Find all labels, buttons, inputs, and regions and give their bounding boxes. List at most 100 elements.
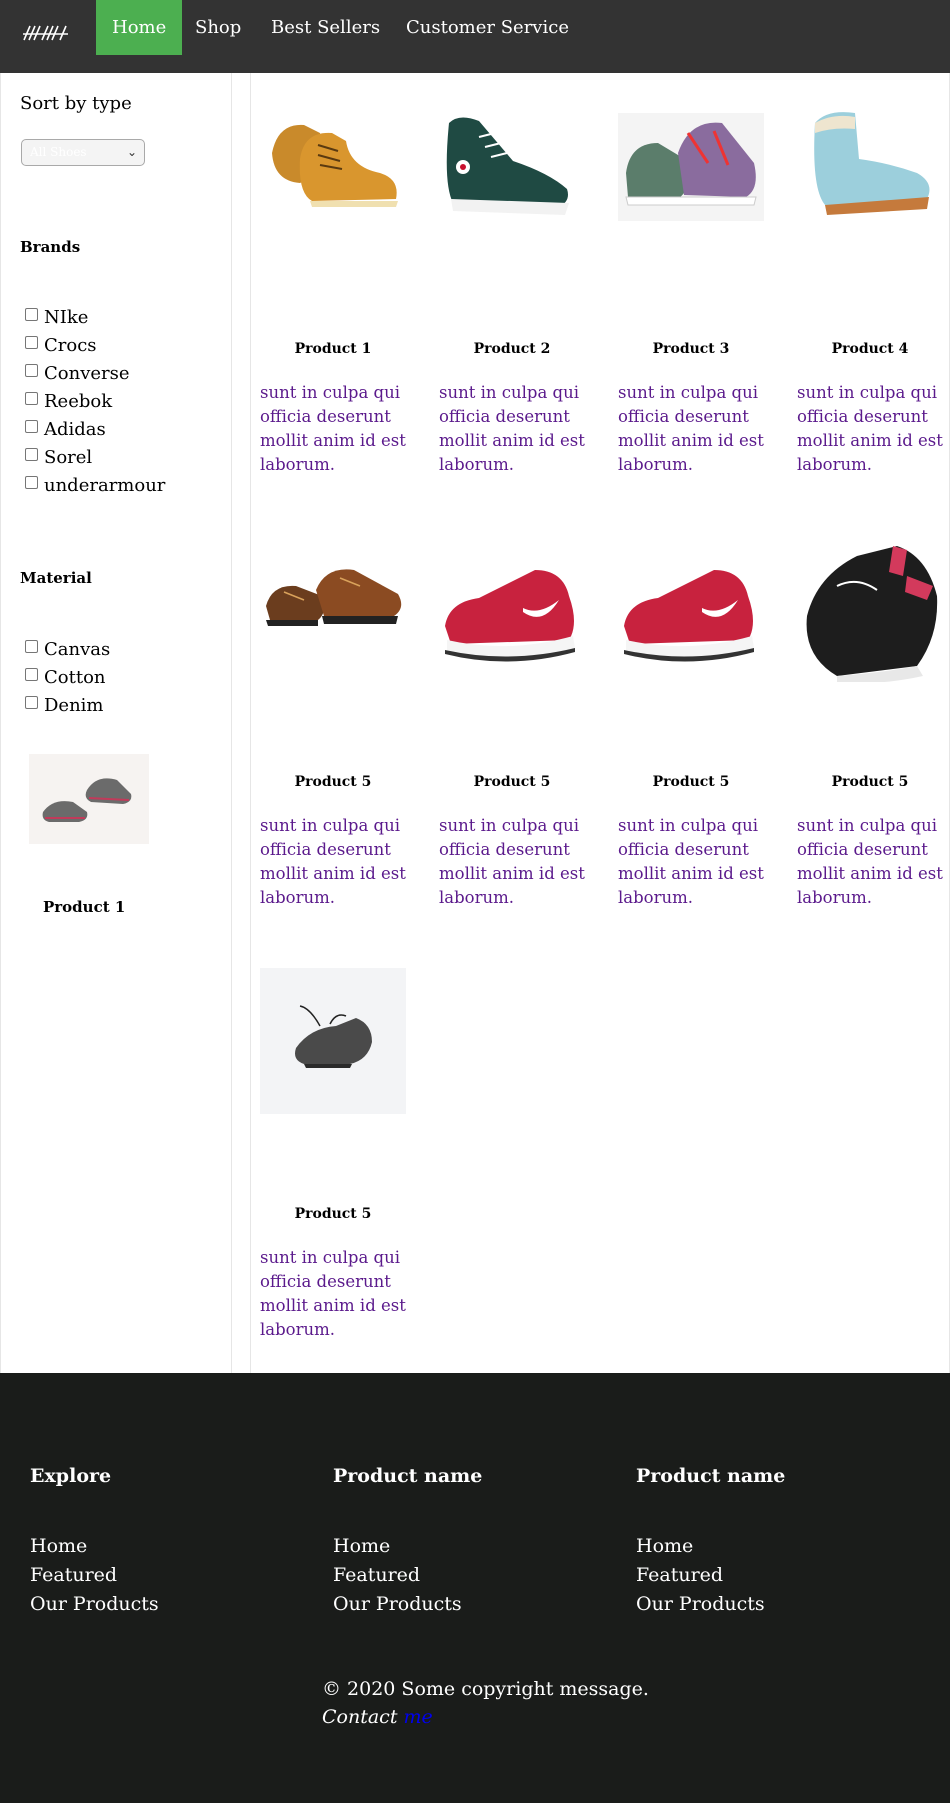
footer-column: Product name Home Featured Our Products bbox=[636, 1465, 785, 1619]
footer-link[interactable]: Featured bbox=[333, 1561, 482, 1590]
footer-column-heading: Product name bbox=[333, 1465, 483, 1487]
material-option[interactable]: Canvas bbox=[25, 635, 110, 663]
contact-line: Contact me bbox=[322, 1706, 433, 1728]
material-option[interactable]: Cotton bbox=[25, 663, 110, 691]
footer-column: Product name Home Featured Our Products bbox=[333, 1465, 482, 1619]
product-card[interactable]: Product 5 sunt in culpa qui officia dese… bbox=[260, 536, 412, 907]
product-description: sunt in culpa qui officia deserunt molli… bbox=[618, 383, 764, 474]
product-title: Product 3 bbox=[652, 341, 730, 357]
checkbox[interactable] bbox=[25, 639, 38, 653]
material-list: Canvas Cotton Denim bbox=[25, 635, 110, 719]
brand-option[interactable]: Reebok bbox=[25, 387, 165, 415]
product-description: sunt in culpa qui officia deserunt molli… bbox=[260, 1248, 406, 1339]
brand-option[interactable]: Crocs bbox=[25, 331, 165, 359]
filter-sidebar: Sort by type All Shoes ⌄ Brands NIke Cro… bbox=[0, 73, 232, 1373]
footer-column-heading: Explore bbox=[30, 1465, 112, 1487]
footer-link[interactable]: Our Products bbox=[333, 1590, 482, 1619]
product-image[interactable] bbox=[797, 536, 943, 684]
footer-link[interactable]: Home bbox=[333, 1532, 482, 1561]
product-description: sunt in culpa qui officia deserunt molli… bbox=[260, 816, 406, 907]
brand-label: underarmour bbox=[44, 474, 166, 496]
footer-link[interactable]: Featured bbox=[636, 1561, 785, 1590]
footer-link[interactable]: Featured bbox=[30, 1561, 159, 1590]
brand-label: Crocs bbox=[44, 334, 97, 356]
footer-link[interactable]: Our Products bbox=[30, 1590, 159, 1619]
product-card[interactable]: Product 5 sunt in culpa qui officia dese… bbox=[260, 968, 412, 1339]
product-image[interactable] bbox=[260, 968, 406, 1114]
copyright-text: © 2020 Some copyright message. bbox=[322, 1678, 649, 1700]
product-image[interactable] bbox=[618, 536, 764, 682]
product-image[interactable] bbox=[797, 103, 943, 249]
checkbox[interactable] bbox=[25, 667, 38, 681]
brand-option[interactable]: Converse bbox=[25, 359, 165, 387]
product-title: Product 2 bbox=[473, 341, 551, 357]
brand-label: Converse bbox=[44, 362, 130, 384]
brand-option[interactable]: underarmour bbox=[25, 471, 165, 499]
checkbox[interactable] bbox=[25, 363, 38, 377]
nav-home[interactable]: Home bbox=[96, 0, 183, 55]
footer-link[interactable]: Home bbox=[30, 1532, 159, 1561]
product-image[interactable] bbox=[439, 536, 585, 682]
footer-column-heading: Product name bbox=[636, 1465, 786, 1487]
checkbox[interactable] bbox=[25, 307, 38, 321]
product-card[interactable]: Product 5 sunt in culpa qui officia dese… bbox=[797, 536, 949, 907]
product-card[interactable]: Product 2 sunt in culpa qui officia dese… bbox=[439, 103, 591, 474]
product-image[interactable] bbox=[260, 536, 406, 682]
brands-list: NIke Crocs Converse Reebok Adidas Sorel … bbox=[25, 303, 165, 499]
product-title: Product 1 bbox=[294, 341, 372, 357]
checkbox[interactable] bbox=[25, 695, 38, 709]
footer-link[interactable]: Our Products bbox=[636, 1590, 785, 1619]
checkbox[interactable] bbox=[25, 335, 38, 349]
brand-option[interactable]: NIke bbox=[25, 303, 165, 331]
nav-best-sellers[interactable]: Best Sellers bbox=[255, 0, 396, 55]
product-title: Product 5 bbox=[831, 774, 909, 790]
product-title: Product 5 bbox=[294, 774, 372, 790]
nav-customer-service[interactable]: Customer Service bbox=[390, 0, 585, 55]
product-image[interactable] bbox=[439, 103, 585, 249]
featured-product-title: Product 1 bbox=[43, 898, 126, 916]
material-label: Canvas bbox=[44, 638, 111, 660]
featured-product-image[interactable] bbox=[29, 754, 149, 844]
brand-label: Sorel bbox=[44, 446, 93, 468]
product-title: Product 4 bbox=[831, 341, 909, 357]
sort-type-select[interactable]: All Shoes ⌄ bbox=[21, 139, 145, 166]
contact-link[interactable]: me bbox=[404, 1706, 433, 1728]
brand-logo-icon[interactable] bbox=[22, 22, 70, 42]
nav-shop[interactable]: Shop bbox=[179, 0, 257, 55]
chevron-down-icon: ⌄ bbox=[126, 145, 137, 159]
sort-select-value: All Shoes bbox=[30, 145, 87, 159]
product-image[interactable] bbox=[260, 103, 406, 249]
product-grid: Product 1 sunt in culpa qui officia dese… bbox=[250, 73, 950, 1373]
sort-title: Sort by type bbox=[20, 93, 132, 114]
product-card[interactable]: Product 5 sunt in culpa qui officia dese… bbox=[439, 536, 591, 907]
checkbox[interactable] bbox=[25, 447, 38, 461]
product-description: sunt in culpa qui officia deserunt molli… bbox=[439, 383, 585, 474]
brands-heading: Brands bbox=[20, 238, 81, 256]
material-heading: Material bbox=[20, 569, 92, 587]
brand-label: Adidas bbox=[44, 418, 106, 440]
material-option[interactable]: Denim bbox=[25, 691, 110, 719]
brand-option[interactable]: Sorel bbox=[25, 443, 165, 471]
product-description: sunt in culpa qui officia deserunt molli… bbox=[797, 383, 943, 474]
site-footer: Explore Home Featured Our Products Produ… bbox=[0, 1373, 950, 1803]
product-card[interactable]: Product 4 sunt in culpa qui officia dese… bbox=[797, 103, 949, 474]
footer-link[interactable]: Home bbox=[636, 1532, 785, 1561]
footer-column: Explore Home Featured Our Products bbox=[30, 1465, 159, 1619]
product-title: Product 5 bbox=[473, 774, 551, 790]
top-navbar: Home Shop Best Sellers Customer Service bbox=[0, 0, 950, 73]
product-title: Product 5 bbox=[294, 1206, 372, 1222]
product-title: Product 5 bbox=[652, 774, 730, 790]
product-card[interactable]: Product 5 sunt in culpa qui officia dese… bbox=[618, 536, 770, 907]
product-card[interactable]: Product 3 sunt in culpa qui officia dese… bbox=[618, 103, 770, 474]
product-description: sunt in culpa qui officia deserunt molli… bbox=[260, 383, 406, 474]
product-description: sunt in culpa qui officia deserunt molli… bbox=[797, 816, 943, 907]
checkbox[interactable] bbox=[25, 419, 38, 433]
checkbox[interactable] bbox=[25, 391, 38, 405]
brand-option[interactable]: Adidas bbox=[25, 415, 165, 443]
product-card[interactable]: Product 1 sunt in culpa qui officia dese… bbox=[260, 103, 412, 474]
product-image[interactable] bbox=[618, 103, 764, 249]
product-description: sunt in culpa qui officia deserunt molli… bbox=[439, 816, 585, 907]
brand-label: NIke bbox=[44, 306, 89, 328]
product-description: sunt in culpa qui officia deserunt molli… bbox=[618, 816, 764, 907]
checkbox[interactable] bbox=[25, 475, 38, 489]
